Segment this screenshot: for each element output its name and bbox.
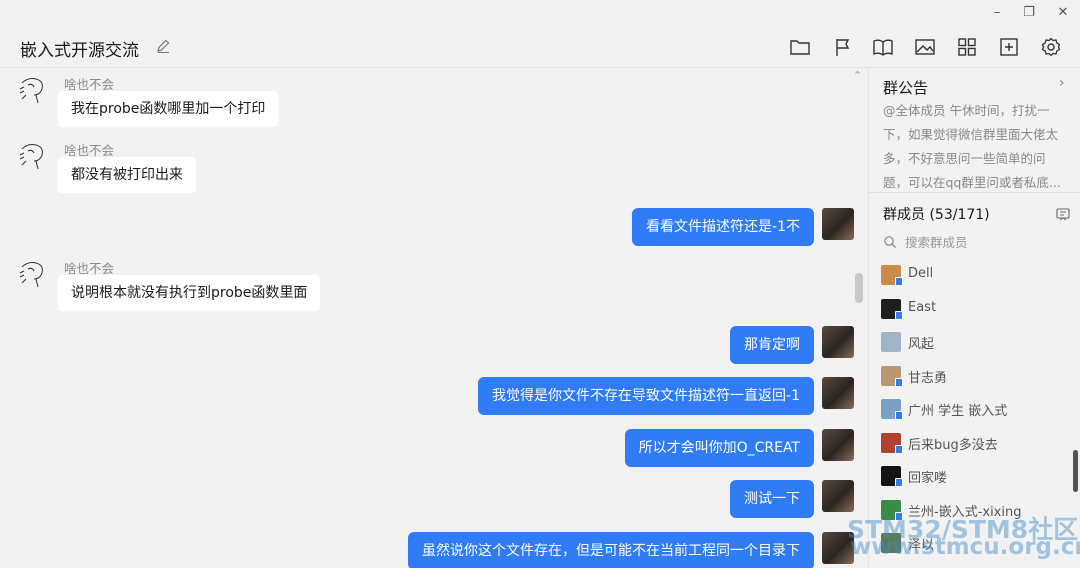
gear-icon[interactable] xyxy=(1040,36,1062,58)
search-icon xyxy=(884,236,896,248)
avatar[interactable] xyxy=(16,139,50,173)
flag-icon[interactable] xyxy=(832,36,854,58)
watermark-url: www.stmcu.org.cn xyxy=(850,534,1080,560)
member-item[interactable]: 广州 学生 嵌入式 xyxy=(881,397,1071,423)
image-icon[interactable] xyxy=(914,36,936,58)
chat-scrollbar[interactable] xyxy=(855,273,863,303)
avatar[interactable] xyxy=(822,208,854,240)
edit-icon[interactable] xyxy=(155,38,171,54)
member-item[interactable]: East xyxy=(881,297,1071,323)
restore-icon[interactable]: ❐ xyxy=(1020,6,1038,20)
members-title: 群成员 (53/171) xyxy=(883,207,990,223)
grid-icon[interactable] xyxy=(956,36,978,58)
member-item[interactable]: 后来bug多没去 xyxy=(881,431,1071,457)
member-name: 后来bug多没去 xyxy=(908,438,998,453)
member-name: 甘志勇 xyxy=(908,371,948,386)
device-badge-icon xyxy=(895,277,903,286)
member-item[interactable]: 回家喽 xyxy=(881,464,1071,490)
book-icon[interactable] xyxy=(872,36,894,58)
chat-window: 嵌入式开源交流 – ❐ ✕ ⌃ 啥也不会 我在probe函数哪里加一个打印 啥也… xyxy=(0,0,1080,568)
member-scrollbar[interactable] xyxy=(1073,450,1078,492)
add-square-icon[interactable] xyxy=(998,36,1020,58)
device-badge-icon xyxy=(895,378,903,387)
member-search-input[interactable] xyxy=(905,231,1065,253)
member-name: 广州 学生 嵌入式 xyxy=(908,404,1008,419)
close-icon[interactable]: ✕ xyxy=(1054,6,1072,20)
group-title: 嵌入式开源交流 xyxy=(20,41,139,61)
collapse-icon[interactable]: ⌃ xyxy=(853,69,862,82)
avatar[interactable] xyxy=(822,429,854,461)
member-item[interactable]: 风起 xyxy=(881,330,1071,356)
member-item[interactable]: 甘志勇 xyxy=(881,364,1071,390)
announcement-title[interactable]: 群公告 xyxy=(883,77,928,98)
message-bubble[interactable]: 我在probe函数哪里加一个打印 xyxy=(58,91,279,127)
message-list[interactable]: ⌃ 啥也不会 我在probe函数哪里加一个打印 啥也不会 都没有被打印出来 看看… xyxy=(0,69,868,568)
announcement-text[interactable]: @全体成员 午休时间，打扰一下，如果觉得微信群里面大佬太多，不好意思问一些简单的… xyxy=(883,99,1069,195)
title-bar: 嵌入式开源交流 – ❐ ✕ xyxy=(0,0,1080,68)
message-bubble[interactable]: 那肯定啊 xyxy=(730,326,814,364)
device-badge-icon xyxy=(895,478,903,487)
message-bubble[interactable]: 所以才会叫你加O_CREAT xyxy=(624,429,814,467)
member-name: Dell xyxy=(908,266,934,281)
message-bubble[interactable]: 看看文件描述符还是-1不 xyxy=(632,208,814,246)
member-avatar xyxy=(881,332,901,352)
member-item[interactable]: Dell xyxy=(881,263,1071,289)
member-manage-icon[interactable] xyxy=(1055,206,1071,222)
device-badge-icon xyxy=(895,311,903,320)
message-bubble[interactable]: 测试一下 xyxy=(730,480,814,518)
avatar[interactable] xyxy=(822,377,854,409)
member-name: East xyxy=(908,300,937,315)
minimize-icon[interactable]: – xyxy=(988,6,1006,20)
folder-icon[interactable] xyxy=(789,36,811,58)
group-info-panel: 群公告 › @全体成员 午休时间，打扰一下，如果觉得微信群里面大佬太多，不好意思… xyxy=(868,69,1080,568)
avatar[interactable] xyxy=(16,257,50,291)
avatar[interactable] xyxy=(16,73,50,107)
divider xyxy=(869,192,1080,193)
message-bubble[interactable]: 我觉得是你文件不存在导致文件描述符一直返回-1 xyxy=(478,377,814,415)
avatar[interactable] xyxy=(822,326,854,358)
device-badge-icon xyxy=(895,445,903,454)
avatar[interactable] xyxy=(822,480,854,512)
member-name: 风起 xyxy=(908,337,935,352)
message-bubble[interactable]: 虽然说你这个文件存在，但是可能不在当前工程同一个目录下 xyxy=(408,532,814,568)
message-bubble[interactable]: 都没有被打印出来 xyxy=(58,157,196,193)
message-bubble[interactable]: 说明根本就没有执行到probe函数里面 xyxy=(58,275,321,311)
chevron-right-icon[interactable]: › xyxy=(1059,75,1065,91)
device-badge-icon xyxy=(895,411,903,420)
member-name: 回家喽 xyxy=(908,471,948,486)
